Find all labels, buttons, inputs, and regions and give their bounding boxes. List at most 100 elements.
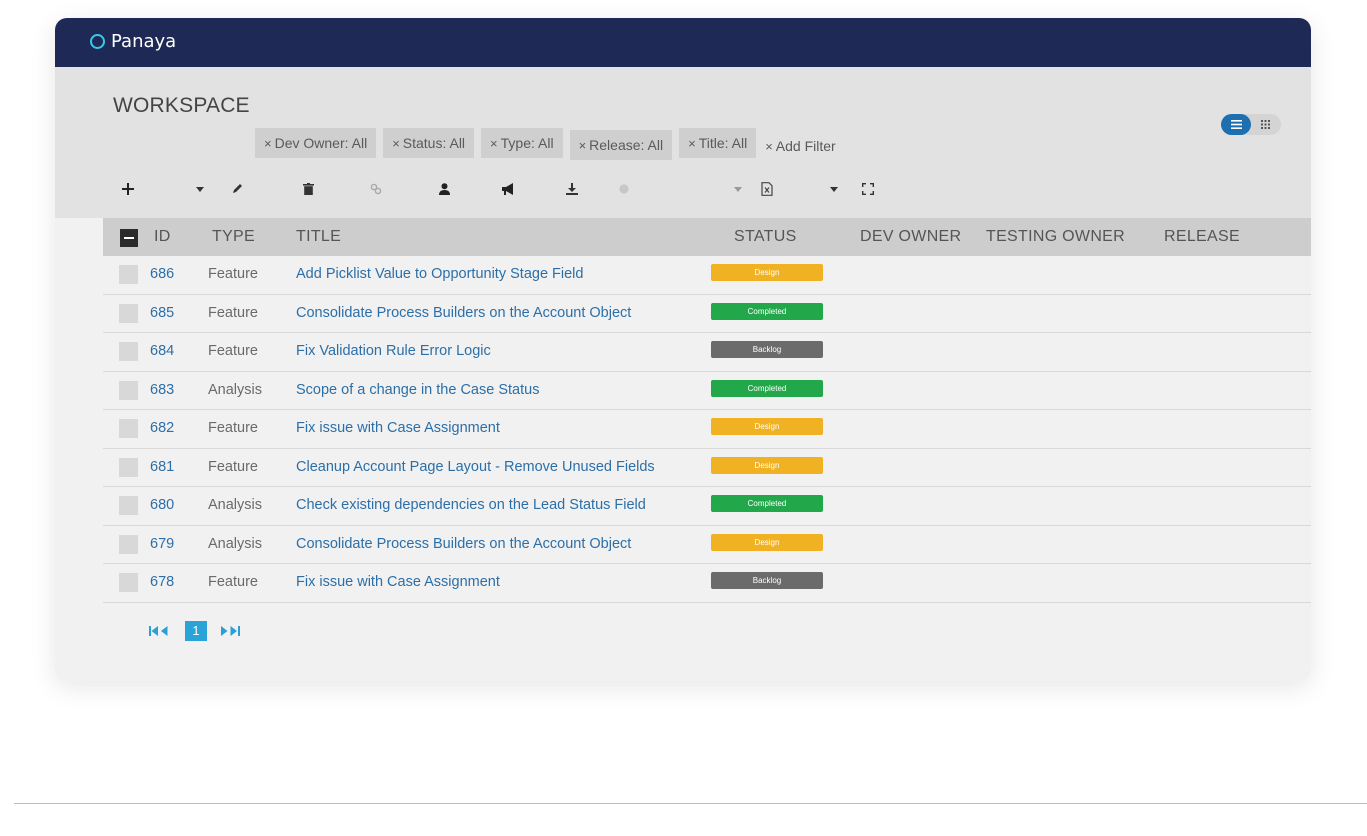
status-badge: Design — [711, 533, 823, 551]
trash-icon[interactable] — [300, 181, 316, 197]
filter-chip-release[interactable]: × Release: All — [569, 130, 673, 160]
row-checkbox[interactable] — [119, 342, 138, 361]
row-id-link[interactable]: 681 — [150, 459, 174, 475]
row-id-link[interactable]: 685 — [150, 305, 174, 321]
list-view-button[interactable] — [1221, 114, 1251, 135]
row-title-link[interactable]: Scope of a change in the Case Status — [296, 382, 539, 398]
megaphone-icon[interactable] — [500, 181, 516, 197]
row-type: Feature — [208, 266, 258, 282]
filter-chip-label: Title: All — [698, 135, 748, 151]
add-filter-button[interactable]: × Add Filter — [763, 131, 838, 161]
table-row[interactable]: 681 Feature Cleanup Account Page Layout … — [103, 449, 1311, 487]
row-title-link[interactable]: Consolidate Process Builders on the Acco… — [296, 305, 631, 321]
row-id-link[interactable]: 679 — [150, 536, 174, 552]
row-title-link[interactable]: Fix issue with Case Assignment — [296, 420, 500, 436]
remove-filter-icon[interactable]: × — [579, 138, 587, 153]
row-id-link[interactable]: 682 — [150, 420, 174, 436]
status-badge: Completed — [711, 302, 823, 320]
row-checkbox[interactable] — [119, 573, 138, 592]
record-icon[interactable] — [616, 181, 632, 197]
add-filter-icon: × — [765, 139, 773, 154]
row-id-link[interactable]: 680 — [150, 497, 174, 513]
table-row[interactable]: 679 Analysis Consolidate Process Builder… — [103, 526, 1311, 564]
page-title: WORKSPACE — [113, 94, 250, 117]
filter-chip-title[interactable]: × Title: All — [679, 128, 757, 158]
remove-filter-icon[interactable]: × — [490, 136, 498, 151]
column-header-testing-owner[interactable]: TESTING OWNER — [986, 228, 1125, 246]
table-row[interactable]: 680 Analysis Check existing dependencies… — [103, 487, 1311, 526]
row-id-link[interactable]: 684 — [150, 343, 174, 359]
pencil-icon[interactable] — [229, 181, 245, 197]
table-row[interactable]: 678 Feature Fix issue with Case Assignme… — [103, 564, 1311, 603]
row-checkbox[interactable] — [119, 419, 138, 438]
link-icon[interactable] — [368, 181, 384, 197]
status-badge: Completed — [711, 379, 823, 397]
table-header: ID TYPE TITLE STATUS DEV OWNER TESTING O… — [103, 218, 1311, 256]
row-title-link[interactable]: Consolidate Process Builders on the Acco… — [296, 536, 631, 552]
panaya-logo[interactable]: Panaya — [90, 31, 176, 52]
first-page-icon[interactable] — [149, 626, 171, 636]
table-row[interactable]: 685 Feature Consolidate Process Builders… — [103, 295, 1311, 333]
status-badge: Design — [711, 264, 823, 281]
footer-divider — [14, 803, 1367, 804]
dropdown-caret-icon[interactable] — [826, 181, 842, 197]
status-badge: Completed — [711, 495, 823, 512]
row-id-link[interactable]: 678 — [150, 574, 174, 590]
row-title-link[interactable]: Fix issue with Case Assignment — [296, 574, 500, 590]
row-id-link[interactable]: 686 — [150, 266, 174, 282]
row-type: Feature — [208, 304, 258, 321]
row-checkbox[interactable] — [119, 457, 138, 477]
row-type: Feature — [208, 574, 258, 590]
list-view-icon — [1230, 120, 1242, 129]
row-checkbox[interactable] — [119, 534, 138, 554]
row-checkbox[interactable] — [119, 496, 138, 515]
remove-filter-icon[interactable]: × — [688, 136, 696, 151]
column-header-id[interactable]: ID — [154, 228, 171, 246]
top-navigation-bar: Panaya — [55, 18, 1311, 67]
dropdown-caret-icon[interactable] — [192, 181, 208, 197]
column-header-title[interactable]: TITLE — [296, 228, 341, 246]
remove-filter-icon[interactable]: × — [264, 136, 272, 151]
dropdown-caret-icon[interactable] — [730, 181, 746, 197]
view-toggle[interactable] — [1221, 114, 1281, 135]
status-badge: Design — [711, 456, 823, 474]
plus-icon[interactable] — [120, 181, 136, 197]
column-header-release[interactable]: RELEASE — [1164, 228, 1240, 246]
row-id-link[interactable]: 683 — [150, 382, 174, 398]
last-page-icon[interactable] — [220, 626, 242, 636]
filter-chip-type[interactable]: × Type: All — [481, 128, 563, 158]
row-type: Feature — [208, 420, 258, 436]
excel-icon[interactable] — [759, 181, 775, 197]
fullscreen-icon[interactable] — [860, 181, 876, 197]
table-row[interactable]: 682 Feature Fix issue with Case Assignme… — [103, 410, 1311, 449]
row-title-link[interactable]: Add Picklist Value to Opportunity Stage … — [296, 266, 583, 282]
row-checkbox[interactable] — [119, 380, 138, 400]
row-type: Analysis — [208, 381, 262, 398]
filter-chip-label: Dev Owner: All — [274, 135, 368, 151]
row-checkbox[interactable] — [119, 265, 138, 284]
row-title-link[interactable]: Cleanup Account Page Layout - Remove Unu… — [296, 459, 655, 475]
filter-chip-label: Status: All — [402, 135, 466, 151]
download-icon[interactable] — [564, 181, 580, 197]
select-all-checkbox[interactable] — [120, 229, 138, 247]
row-title-link[interactable]: Fix Validation Rule Error Logic — [296, 343, 491, 359]
table-row[interactable]: 683 Analysis Scope of a change in the Ca… — [103, 372, 1311, 410]
row-checkbox[interactable] — [119, 303, 138, 323]
table-row[interactable]: 686 Feature Add Picklist Value to Opport… — [103, 256, 1311, 295]
grid-view-icon — [1260, 120, 1270, 129]
filter-chip-label: Release: All — [589, 137, 664, 153]
workspace-window: Panaya WORKSPACE × Dev Owner: All × Status… — [55, 18, 1311, 681]
remove-filter-icon[interactable]: × — [392, 136, 400, 151]
row-title-link[interactable]: Check existing dependencies on the Lead … — [296, 497, 646, 513]
table-row[interactable]: 684 Feature Fix Validation Rule Error Lo… — [103, 333, 1311, 372]
column-header-dev-owner[interactable]: DEV OWNER — [860, 228, 961, 246]
filter-chip-status[interactable]: × Status: All — [383, 128, 475, 158]
filter-chip-dev-owner[interactable]: × Dev Owner: All — [255, 128, 377, 158]
grid-view-button[interactable] — [1258, 118, 1272, 131]
page-number-current[interactable]: 1 — [185, 621, 207, 641]
user-icon[interactable] — [436, 181, 452, 197]
add-filter-label: Add Filter — [775, 138, 836, 154]
column-header-status[interactable]: STATUS — [734, 228, 797, 246]
column-header-type[interactable]: TYPE — [212, 228, 255, 246]
row-type: Feature — [208, 458, 258, 475]
